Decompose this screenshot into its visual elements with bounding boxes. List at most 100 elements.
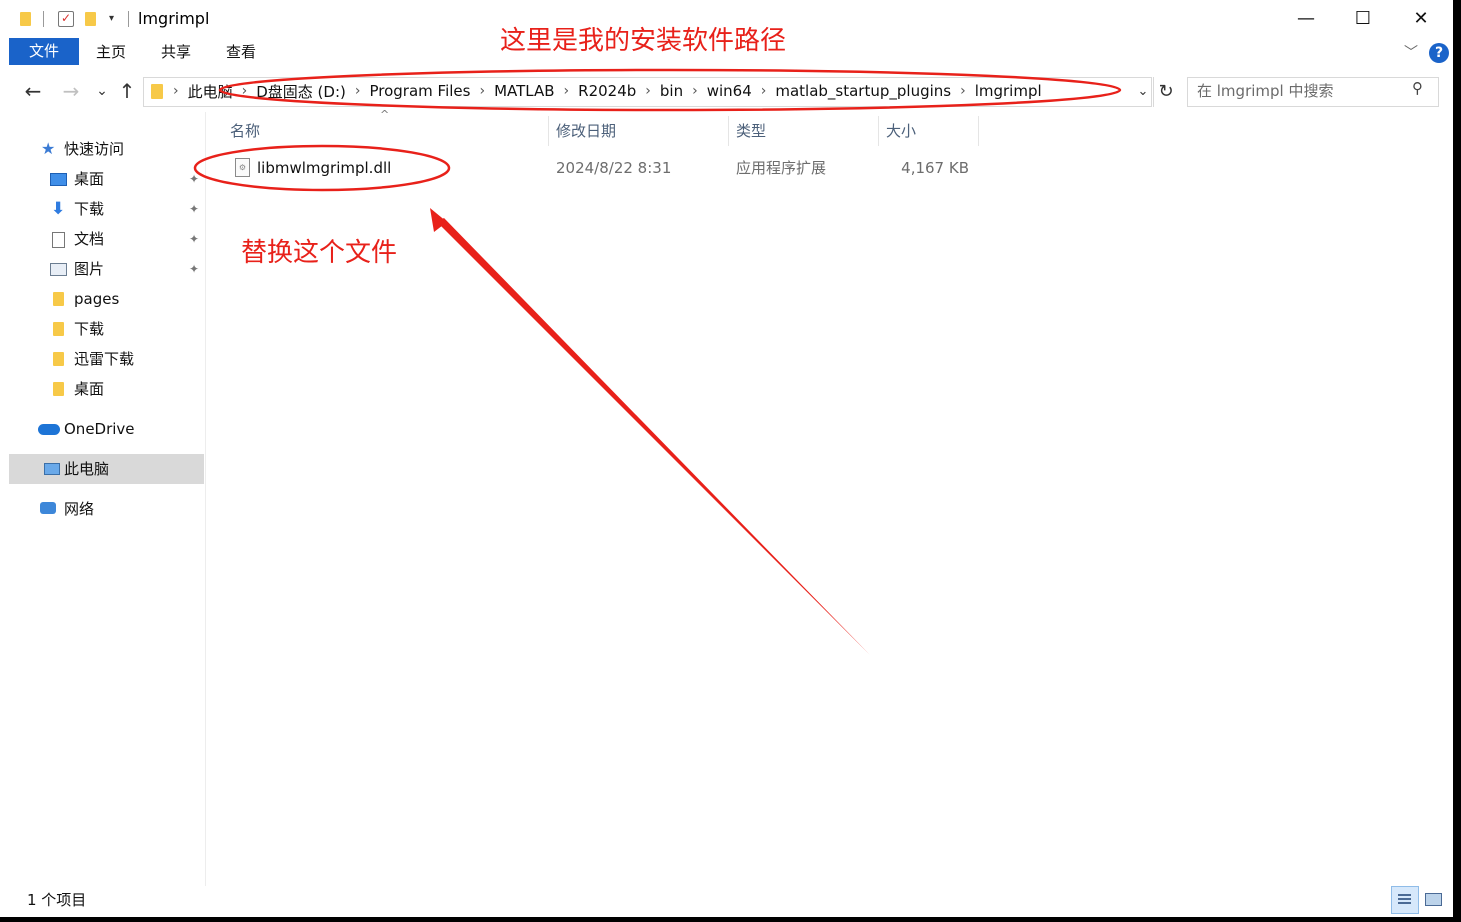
breadcrumb-separator[interactable]: › (960, 83, 966, 99)
column-header-name[interactable]: 名称 (230, 116, 260, 146)
sidebar-item-pages[interactable]: pages (9, 284, 204, 314)
minimize-button[interactable]: — (1283, 0, 1329, 38)
pane-divider[interactable] (205, 112, 206, 886)
sidebar-item-desktop-folder[interactable]: 桌面 (9, 374, 204, 404)
tab-home[interactable]: 主页 (96, 38, 126, 67)
search-icon[interactable]: ⚲ (1412, 79, 1423, 97)
properties-icon[interactable]: ✓ (58, 11, 74, 27)
folder-icon (53, 292, 64, 306)
sidebar-item-xunlei-downloads[interactable]: 迅雷下载 (9, 344, 204, 374)
close-button[interactable]: ✕ (1398, 0, 1444, 38)
column-header-size[interactable]: 大小 (886, 116, 916, 146)
star-icon: ★ (41, 139, 56, 158)
column-divider[interactable] (548, 116, 549, 146)
column-header-date-modified[interactable]: 修改日期 (556, 116, 616, 146)
picture-icon (50, 263, 67, 276)
breadcrumb-item-r2024b[interactable]: R2024b (578, 82, 636, 100)
sidebar-item-label: 下载 (74, 320, 105, 338)
breadcrumb-separator[interactable]: › (242, 83, 248, 99)
tab-share[interactable]: 共享 (161, 38, 191, 67)
folder-icon (151, 84, 163, 99)
sidebar-item-label: 迅雷下载 (74, 350, 135, 368)
breadcrumb-item-drive-d[interactable]: D盘固态 (D:) (256, 81, 346, 102)
breadcrumb-separator[interactable]: › (479, 83, 485, 99)
download-icon: ⬇ (51, 199, 66, 219)
breadcrumb-item-this-pc[interactable]: 此电脑 (188, 81, 233, 102)
pin-icon: ✦ (189, 172, 200, 186)
divider (128, 11, 129, 27)
sidebar-item-label: 网络 (64, 500, 95, 518)
sidebar-item-label: 图片 (74, 260, 105, 278)
large-icons-view-button[interactable] (1420, 886, 1446, 912)
recent-locations-button[interactable]: ⌄ (90, 78, 114, 104)
folder-icon (20, 12, 31, 26)
explorer-window: ✓ ▾ lmgrimpl — ☐ ✕ 文件 主页 共享 查看 ﹀ ? ← → ⌄… (0, 0, 1453, 917)
cloud-icon (38, 424, 60, 435)
path-annotation: 这里是我的安装软件路径 (500, 26, 787, 56)
sidebar-item-label: 桌面 (74, 380, 105, 398)
tab-view[interactable]: 查看 (226, 38, 256, 67)
sidebar-item-this-pc[interactable]: 此电脑 (9, 454, 204, 484)
sidebar-item-label: 下载 (74, 200, 105, 218)
column-header-type[interactable]: 类型 (736, 116, 766, 146)
file-name[interactable]: libmwlmgrimpl.dll (257, 156, 391, 180)
maximize-button[interactable]: ☐ (1340, 0, 1386, 38)
expand-ribbon-button[interactable]: ﹀ (1404, 42, 1418, 62)
customize-quick-access-button[interactable]: ▾ (109, 13, 114, 24)
sort-ascending-icon: ^ (380, 108, 390, 121)
breadcrumb-separator[interactable]: › (355, 83, 361, 99)
computer-icon (44, 463, 60, 475)
breadcrumb: › 此电脑 › D盘固态 (D:) › Program Files › MATL… (173, 77, 1042, 105)
breadcrumb-separator[interactable]: › (564, 83, 570, 99)
new-folder-icon[interactable] (85, 12, 96, 26)
breadcrumb-separator[interactable]: › (761, 83, 767, 99)
help-button[interactable]: ? (1429, 43, 1449, 63)
pin-icon: ✦ (189, 202, 200, 216)
sidebar-item-label: 快速访问 (64, 140, 125, 158)
address-history-dropdown[interactable]: ⌄ (1134, 78, 1152, 106)
sidebar-item-download-folder[interactable]: 下载 (9, 314, 204, 344)
sidebar-item-quick-access[interactable]: ★ 快速访问 (9, 134, 204, 164)
sidebar-item-onedrive[interactable]: OneDrive (9, 414, 204, 444)
refresh-button[interactable]: ↻ (1153, 77, 1178, 107)
folder-icon (53, 352, 64, 366)
search-input[interactable]: 在 lmgrimpl 中搜索 (1197, 77, 1333, 105)
sidebar-item-label: OneDrive (64, 420, 135, 438)
divider (43, 11, 44, 27)
breadcrumb-item-bin[interactable]: bin (660, 82, 683, 100)
breadcrumb-item-win64[interactable]: win64 (707, 82, 752, 100)
sidebar-item-desktop[interactable]: 桌面 ✦ (9, 164, 204, 194)
sidebar-item-label: pages (74, 290, 120, 308)
breadcrumb-item-lmgrimpl[interactable]: lmgrimpl (975, 82, 1042, 100)
breadcrumb-separator[interactable]: › (692, 83, 698, 99)
sidebar-item-label: 此电脑 (64, 460, 110, 478)
file-type: 应用程序扩展 (736, 159, 827, 177)
column-divider[interactable] (978, 116, 979, 146)
pin-icon: ✦ (189, 262, 200, 276)
window-title: lmgrimpl (138, 9, 210, 28)
document-icon (52, 232, 65, 248)
column-divider[interactable] (878, 116, 879, 146)
pin-icon: ✦ (189, 232, 200, 246)
sidebar-item-documents[interactable]: 文档 ✦ (9, 224, 204, 254)
sidebar-item-pictures[interactable]: 图片 ✦ (9, 254, 204, 284)
sidebar-item-label: 桌面 (74, 170, 105, 188)
column-divider[interactable] (728, 116, 729, 146)
up-button[interactable]: ↑ (115, 78, 139, 104)
breadcrumb-item-matlab[interactable]: MATLAB (494, 82, 554, 100)
back-button[interactable]: ← (21, 78, 45, 104)
sidebar-item-downloads[interactable]: ⬇ 下载 ✦ (9, 194, 204, 224)
sidebar-item-label: 文档 (74, 230, 105, 248)
file-annotation: 替换这个文件 (241, 238, 398, 268)
breadcrumb-item-matlab-startup-plugins[interactable]: matlab_startup_plugins (775, 82, 951, 100)
details-view-button[interactable] (1391, 886, 1419, 914)
forward-button[interactable]: → (59, 78, 83, 104)
breadcrumb-separator[interactable]: › (645, 83, 651, 99)
dll-file-icon: ⚙ (235, 158, 250, 177)
tab-file[interactable]: 文件 (9, 38, 79, 65)
folder-icon (53, 382, 64, 396)
sidebar-item-network[interactable]: 网络 (9, 494, 204, 524)
item-count: 1 个项目 (27, 891, 87, 909)
file-size: 4,167 KB (901, 159, 969, 177)
breadcrumb-item-program-files[interactable]: Program Files (369, 82, 470, 100)
